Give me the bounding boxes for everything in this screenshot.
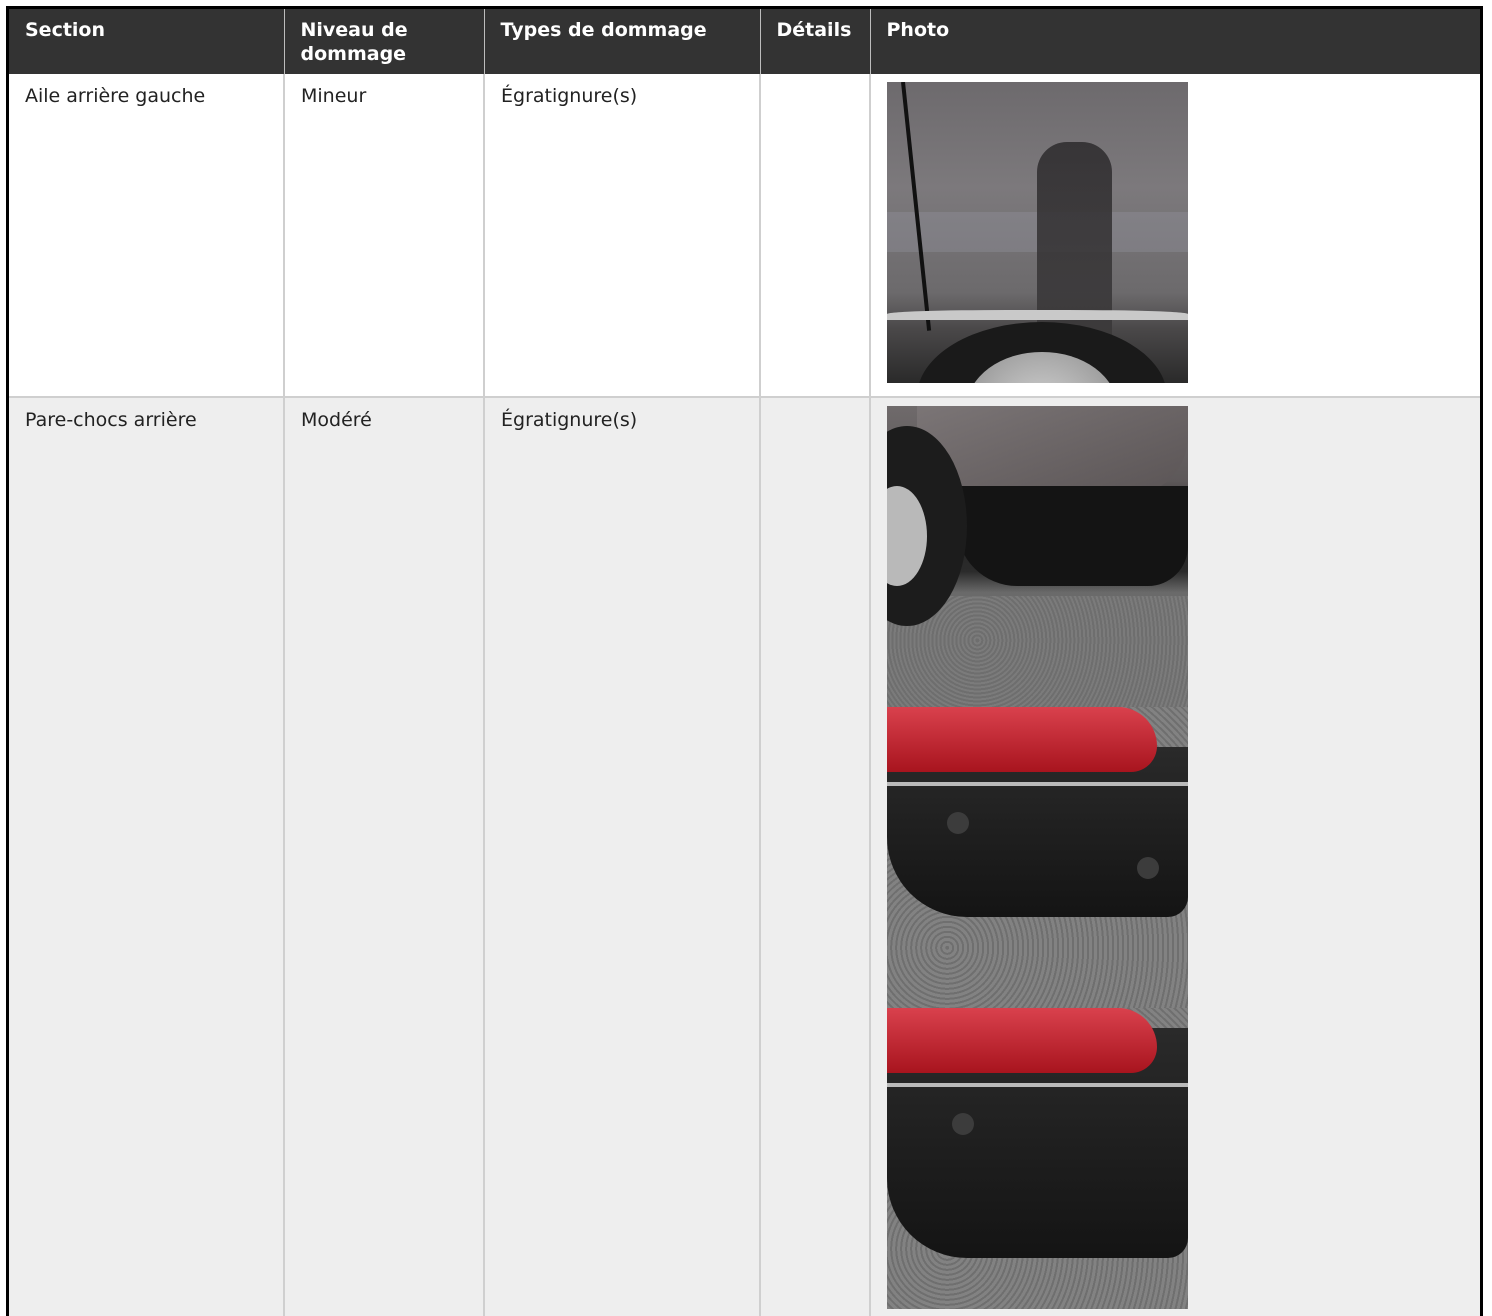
cell-types: Égratignure(s)	[483, 74, 760, 398]
bumper-photo-3[interactable]	[887, 1008, 1188, 1309]
table-row: Aile arrière gauche Mineur Égratignure(s…	[9, 74, 1480, 398]
cell-niveau: Mineur	[283, 74, 484, 398]
header-types: Types de dommage	[483, 9, 760, 74]
cell-photo	[869, 397, 1480, 1316]
header-details: Détails	[759, 9, 870, 74]
table-header-row: Section Niveau de dommage Types de domma…	[9, 9, 1480, 74]
car-door-photo[interactable]	[887, 82, 1188, 383]
header-niveau: Niveau de dommage	[283, 9, 484, 74]
cell-details	[759, 397, 870, 1316]
table-row: Pare-chocs arrière Modéré Égratignure(s)	[9, 397, 1480, 1316]
cell-details	[759, 74, 870, 398]
damage-report-table: Section Niveau de dommage Types de domma…	[9, 9, 1480, 1316]
damage-report-table-frame: Section Niveau de dommage Types de domma…	[6, 6, 1483, 1316]
header-section: Section	[9, 9, 284, 74]
cell-niveau: Modéré	[283, 397, 484, 1316]
cell-photo	[869, 74, 1480, 398]
cell-types: Égratignure(s)	[483, 397, 760, 1316]
bumper-photo-1[interactable]	[887, 406, 1188, 707]
bumper-photo-2[interactable]	[887, 707, 1188, 1008]
cell-section: Aile arrière gauche	[9, 74, 284, 398]
header-photo: Photo	[869, 9, 1480, 74]
cell-section: Pare-chocs arrière	[9, 397, 284, 1316]
